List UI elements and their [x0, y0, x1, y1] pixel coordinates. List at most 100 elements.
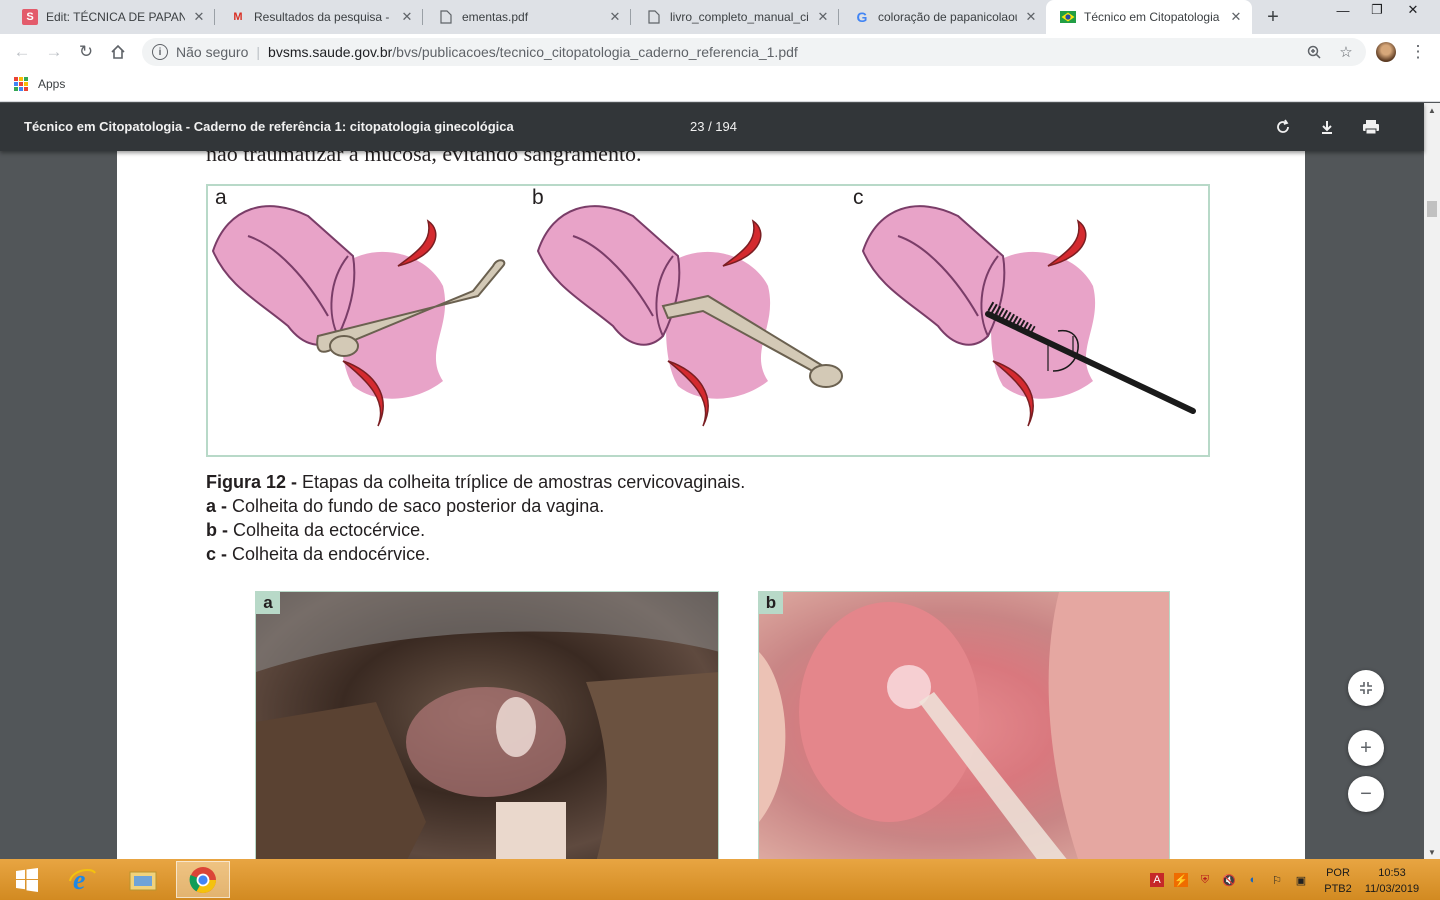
close-icon[interactable]: ✕ [607, 9, 623, 25]
print-icon[interactable] [1359, 115, 1383, 139]
photo-label-b: b [759, 592, 783, 614]
clock-date[interactable]: 11/03/2019 [1360, 883, 1424, 895]
zoom-icon[interactable] [1302, 38, 1326, 66]
tab-ementas-pdf[interactable]: ementas.pdf ✕ [424, 0, 631, 34]
tab-title: livro_completo_manual_citi [670, 10, 809, 24]
acrobat-tray-icon[interactable]: A [1150, 873, 1164, 887]
scroll-down-arrow[interactable]: ▼ [1424, 845, 1440, 859]
browser-toolbar: ← → ↻ i Não seguro | bvsms.saude.gov.br /… [0, 34, 1440, 70]
scroll-thumb[interactable] [1427, 201, 1437, 217]
download-icon[interactable] [1315, 115, 1339, 139]
profile-avatar[interactable] [1376, 42, 1396, 62]
home-icon [111, 44, 125, 59]
rotate-icon[interactable] [1271, 115, 1295, 139]
tab-edit-tecnica[interactable]: S Edit: TÉCNICA DE PAPANIC ✕ [8, 0, 215, 34]
reload-button[interactable]: ↻ [74, 40, 98, 64]
tab-livro-completo[interactable]: livro_completo_manual_citi ✕ [632, 0, 839, 34]
photo-label-a: a [256, 592, 280, 614]
figure-caption-line-b: b - Colheita da ectocérvice. [206, 520, 426, 540]
google-icon: G [856, 9, 868, 25]
panel-label-b: b [532, 186, 544, 209]
keyboard-layout[interactable]: PTB2 [1318, 883, 1358, 895]
windows-taskbar: e A ⚡ ⛨ 🔇 ◐ ⚐ ▣ POR PTB2 10:53 11/03/201… [0, 859, 1440, 900]
start-button[interactable] [0, 861, 54, 898]
close-icon[interactable]: ✕ [1228, 9, 1244, 25]
clock-time[interactable]: 10:53 [1360, 867, 1424, 879]
pdf-viewer[interactable]: não traumatizar a mucosa, evitando sangr… [0, 151, 1424, 859]
tab-tecnico-citopatologia[interactable]: Técnico em Citopatologia - ✕ [1046, 0, 1252, 34]
restore-button[interactable]: ❐ [1360, 0, 1394, 20]
file-explorer-button[interactable] [116, 861, 170, 898]
tab-google-coloracao[interactable]: G coloração de papanicolaou ✕ [840, 0, 1047, 34]
vertical-scrollbar[interactable]: ▲ ▼ [1424, 103, 1440, 859]
figure-caption-line-c: c - Colheita da endocérvice. [206, 544, 431, 564]
figure-12-illustration: a b c [206, 184, 1210, 457]
pdf-title: Técnico em Citopatologia - Caderno de re… [24, 119, 514, 134]
chrome-icon [189, 866, 217, 893]
url-path: /bvs/publicacoes/tecnico_citopatologia_c… [392, 44, 798, 60]
close-icon[interactable]: ✕ [191, 9, 207, 25]
fit-to-page-button[interactable] [1348, 670, 1384, 706]
close-icon[interactable]: ✕ [815, 9, 831, 25]
bookmark-star-icon[interactable]: ☆ [1334, 38, 1358, 66]
security-label: Não seguro [176, 44, 249, 60]
panel-label-c: c [853, 186, 864, 209]
folder-icon [129, 871, 157, 890]
previous-paragraph-text: não traumatizar a mucosa, evitando sangr… [206, 151, 642, 166]
shield-tray-icon[interactable]: ⛨ [1198, 873, 1212, 887]
new-tab-button[interactable]: + [1262, 6, 1284, 28]
tab-title: coloração de papanicolaou [878, 10, 1017, 24]
info-icon[interactable]: i [152, 44, 168, 60]
tab-title: Técnico em Citopatologia - [1084, 10, 1222, 24]
minimize-button[interactable]: — [1326, 0, 1360, 20]
tab-title: Edit: TÉCNICA DE PAPANIC [46, 10, 185, 24]
panel-b-drawing [536, 205, 843, 427]
url-host: bvsms.saude.gov.br [268, 44, 393, 60]
volume-muted-icon[interactable]: 🔇 [1222, 873, 1236, 887]
window-close-button[interactable]: ✕ [1396, 0, 1430, 20]
doc-icon [438, 9, 454, 25]
page-indicator[interactable]: 23 / 194 [690, 119, 737, 134]
figure-caption-line-a: a - Colheita do fundo de saco posterior … [206, 496, 605, 516]
menu-icon[interactable]: ⋮ [1408, 40, 1428, 64]
tab-strip: S Edit: TÉCNICA DE PAPANIC ✕ M Resultado… [0, 0, 1440, 34]
pdf-toolbar: Técnico em Citopatologia - Caderno de re… [0, 103, 1424, 151]
forward-button[interactable]: → [42, 40, 66, 64]
tab-gmail-resultados[interactable]: M Resultados da pesquisa - k ✕ [216, 0, 423, 34]
doc-icon [646, 9, 662, 25]
gmail-icon: M [233, 11, 243, 23]
brazil-flag-icon [1060, 9, 1076, 25]
omnibox[interactable]: i Não seguro | bvsms.saude.gov.br/bvs/pu… [142, 38, 1366, 66]
collection-steps-drawing [211, 205, 1196, 427]
apps-label: Apps [38, 77, 66, 91]
panel-a-drawing [211, 205, 506, 427]
home-button[interactable] [106, 40, 130, 64]
panel-c-drawing [861, 205, 1196, 427]
windows-logo-icon [16, 867, 38, 892]
pdf-page: não traumatizar a mucosa, evitando sangr… [117, 151, 1305, 859]
bookmarks-bar: Apps [0, 70, 1440, 102]
zoom-out-button[interactable]: − [1348, 776, 1384, 812]
chrome-taskbar-button[interactable] [176, 861, 230, 898]
back-button[interactable]: ← [10, 40, 34, 64]
display-tray-icon[interactable]: ▣ [1294, 873, 1308, 887]
zoom-in-button[interactable]: + [1348, 730, 1384, 766]
tab-title: Resultados da pesquisa - k [254, 10, 393, 24]
action-center-flag-icon[interactable]: ⚐ [1270, 873, 1284, 887]
panel-label-a: a [215, 186, 227, 209]
scroll-up-arrow[interactable]: ▲ [1424, 103, 1440, 117]
photo-a: a [255, 591, 719, 859]
apps-shortcut[interactable]: Apps [14, 77, 65, 91]
network-tray-icon[interactable]: ◐ [1246, 873, 1260, 887]
figure-caption-title: Figura 12 - Etapas da colheita tríplice … [206, 472, 746, 492]
tab-title: ementas.pdf [462, 10, 529, 24]
photo-b: b [758, 591, 1170, 859]
close-icon[interactable]: ✕ [1023, 9, 1039, 25]
apps-grid-icon [14, 77, 28, 91]
internet-explorer-button[interactable]: e [55, 861, 109, 898]
ie-icon: e [69, 865, 96, 895]
language-code[interactable]: POR [1318, 867, 1358, 879]
app-tray-icon[interactable]: ⚡ [1174, 873, 1188, 887]
close-icon[interactable]: ✕ [399, 9, 415, 25]
s-favicon-icon: S [22, 9, 38, 25]
